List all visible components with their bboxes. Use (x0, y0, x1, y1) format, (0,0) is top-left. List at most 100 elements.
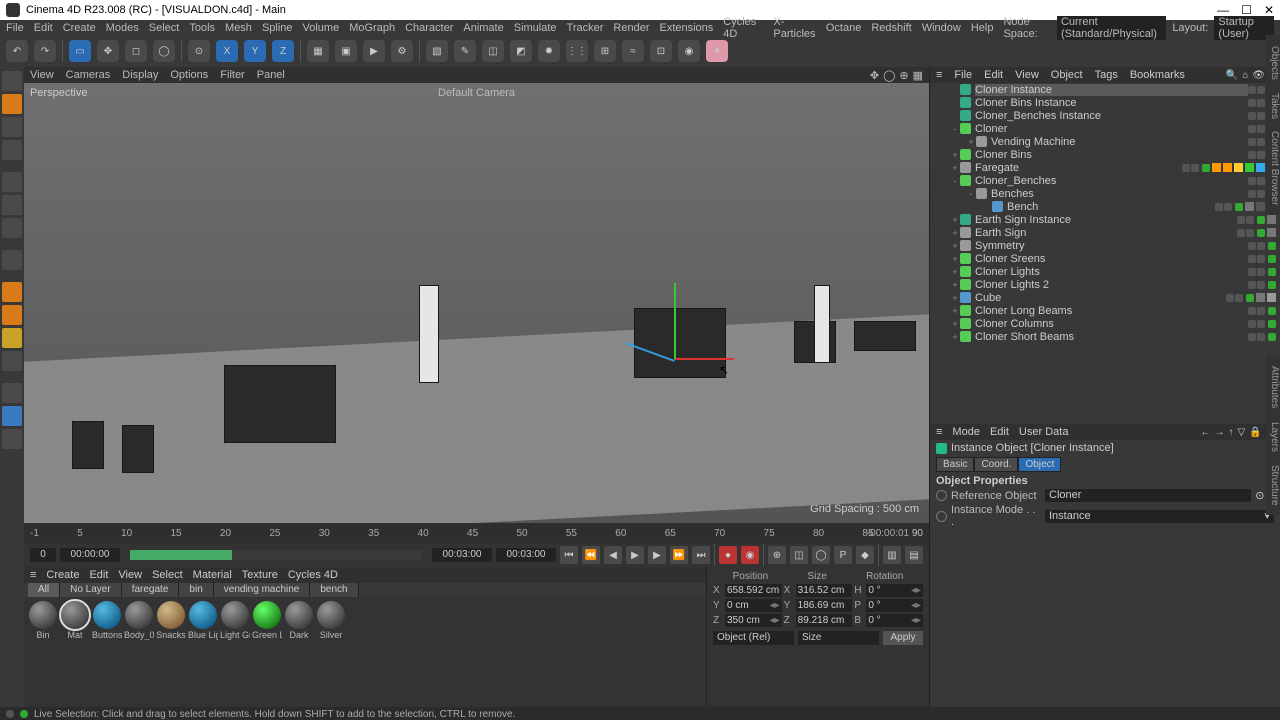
make-editable[interactable] (2, 71, 22, 91)
enable-dot[interactable] (1268, 320, 1276, 328)
back-icon[interactable]: ← (1200, 427, 1210, 438)
edge-mode[interactable] (2, 195, 22, 215)
material-tab[interactable]: bench (310, 583, 358, 597)
extrude-icon[interactable]: ◩ (510, 40, 532, 62)
deform-icon[interactable]: ≈ (622, 40, 644, 62)
menu-simulate[interactable]: Simulate (514, 22, 557, 34)
goto-end-icon[interactable]: ⏭ (692, 546, 710, 564)
object-name[interactable]: Cloner Lights (975, 266, 1248, 278)
material-item[interactable]: Silver (316, 601, 346, 645)
prev-frame-icon[interactable]: ◀ (604, 546, 622, 564)
model-mode[interactable] (2, 94, 22, 114)
param-anim[interactable] (936, 490, 947, 501)
poly-mode[interactable] (2, 218, 22, 238)
material-item[interactable]: Bin (28, 601, 58, 645)
picker-icon[interactable]: ⊙ (1255, 489, 1264, 502)
prev-key-icon[interactable]: ⏪ (582, 546, 600, 564)
enable-dot[interactable] (1257, 216, 1265, 224)
object-row[interactable]: +Cube (930, 291, 1280, 304)
record-icon[interactable]: ● (719, 546, 737, 564)
point-mode[interactable] (2, 172, 22, 192)
material-item[interactable]: Green Li (252, 601, 282, 645)
object-name[interactable]: Faregate (975, 162, 1182, 174)
expand-icon[interactable]: + (950, 267, 960, 277)
mat-edit[interactable]: Edit (89, 569, 108, 581)
menu-xparticles[interactable]: X-Particles (773, 16, 816, 40)
lock-icon[interactable]: 🔒 (1249, 427, 1261, 438)
vp-nav2-icon[interactable]: ◯ (883, 69, 895, 82)
snap-settings[interactable] (2, 351, 22, 371)
att-userdata[interactable]: User Data (1019, 426, 1069, 438)
visibility-dots[interactable] (1237, 229, 1254, 237)
vmenu-options[interactable]: Options (170, 69, 208, 81)
expand-icon[interactable]: + (950, 254, 960, 264)
material-item[interactable]: Mat (60, 601, 90, 645)
menu-select[interactable]: Select (149, 22, 180, 34)
param-field[interactable]: Cloner (1045, 489, 1251, 502)
subdiv-icon[interactable]: ◫ (482, 40, 504, 62)
menu-tracker[interactable]: Tracker (567, 22, 604, 34)
menu-spline[interactable]: Spline (262, 22, 293, 34)
object-name[interactable]: Cloner_Benches Instance (975, 110, 1248, 122)
menu-mograph[interactable]: MoGraph (349, 22, 395, 34)
object-row[interactable]: +Symmetry (930, 239, 1280, 252)
object-row[interactable]: +Vending Machine (930, 135, 1280, 148)
object-row[interactable]: +Cloner Columns (930, 317, 1280, 330)
om-file[interactable]: File (954, 69, 972, 81)
vtab-objects[interactable]: Objects (1266, 35, 1280, 91)
attr-tab-coord[interactable]: Coord. (974, 457, 1018, 472)
menu-file[interactable]: File (6, 22, 24, 34)
tag-icon[interactable] (1212, 163, 1221, 172)
vmenu-cameras[interactable]: Cameras (66, 69, 111, 81)
object-row[interactable]: Cloner Bins Instance (930, 96, 1280, 109)
visibility-dots[interactable] (1248, 268, 1265, 276)
material-tab[interactable]: All (28, 583, 60, 597)
fwd-icon[interactable]: → (1214, 427, 1224, 438)
material-item[interactable]: Blue Light (188, 601, 218, 645)
material-item[interactable]: Body_01 (124, 601, 154, 645)
expand-icon[interactable]: - (950, 124, 960, 134)
object-name[interactable]: Earth Sign Instance (975, 214, 1237, 226)
tag-icon[interactable] (1256, 163, 1265, 172)
visibility-dots[interactable] (1248, 138, 1265, 146)
key-pos-icon[interactable]: ⊕ (768, 546, 786, 564)
texture-mode[interactable] (2, 117, 22, 137)
volume-icon[interactable]: ⊞ (594, 40, 616, 62)
material-tab[interactable]: bin (179, 583, 213, 597)
cube-icon[interactable]: ▧ (426, 40, 448, 62)
goto-start-icon[interactable]: ⏮ (560, 546, 578, 564)
visibility-dots[interactable] (1237, 216, 1254, 224)
expand-icon[interactable]: + (950, 306, 960, 316)
vp-nav3-icon[interactable]: ⊕ (899, 69, 908, 82)
menu-icon[interactable]: ≡ (936, 69, 942, 81)
object-name[interactable]: Cloner Instance (975, 84, 1248, 96)
object-name[interactable]: Benches (991, 188, 1248, 200)
vtab-structure[interactable]: Structure (1266, 455, 1280, 515)
object-name[interactable]: Cloner Bins (975, 149, 1248, 161)
tag-icon[interactable] (1267, 293, 1276, 302)
enable-dot[interactable] (1268, 268, 1276, 276)
expand-icon[interactable]: + (950, 215, 960, 225)
pen-icon[interactable]: ✎ (454, 40, 476, 62)
attr-tab-basic[interactable]: Basic (936, 457, 974, 472)
object-row[interactable]: Cloner_Benches Instance (930, 109, 1280, 122)
mat-cycles[interactable]: Cycles 4D (288, 569, 338, 581)
render-pv[interactable]: ▶ (363, 40, 385, 62)
om-edit[interactable]: Edit (984, 69, 1003, 81)
mat-material[interactable]: Material (193, 569, 232, 581)
material-tab[interactable]: faregate (122, 583, 180, 597)
snap-enable[interactable] (2, 328, 22, 348)
timeline-ruler[interactable]: -151015202530354045505560657075808590 -0… (24, 523, 929, 543)
render-settings[interactable]: ⚙ (391, 40, 413, 62)
axis-z[interactable]: Z (272, 40, 294, 62)
recent-tool[interactable]: ⊙ (188, 40, 210, 62)
autokey-icon[interactable]: ◉ (741, 546, 759, 564)
enable-dot[interactable] (1257, 229, 1265, 237)
menu-redshift[interactable]: Redshift (871, 22, 911, 34)
visibility-dots[interactable] (1248, 255, 1265, 263)
viewport-solo2[interactable] (2, 305, 22, 325)
tag-icon[interactable] (1256, 293, 1265, 302)
coord-apply[interactable]: Apply (883, 631, 923, 645)
menu-volume[interactable]: Volume (303, 22, 340, 34)
vmenu-view[interactable]: View (30, 69, 54, 81)
